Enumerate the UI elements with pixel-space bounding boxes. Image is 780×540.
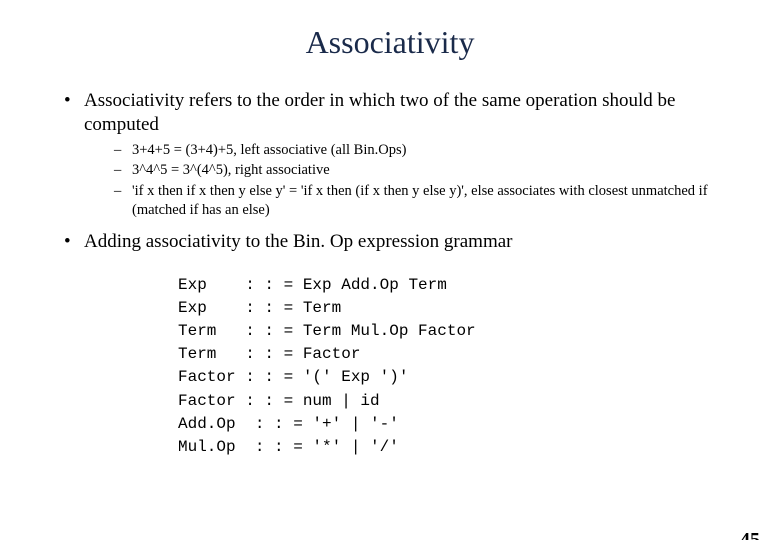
sub-bullet-item: 3+4+5 = (3+4)+5, left associative (all B… xyxy=(84,141,722,160)
sub-bullet-text: 3+4+5 = (3+4)+5, left associative (all B… xyxy=(132,142,406,158)
bullet-text: Associativity refers to the order in whi… xyxy=(84,90,676,135)
sub-bullet-item: 3^4^5 = 3^(4^5), right associative xyxy=(84,161,722,180)
sub-bullet-item: 'if x then if x then y else y' = 'if x t… xyxy=(84,182,722,220)
slide-content: Associativity refers to the order in whi… xyxy=(0,89,780,459)
slide-title: Associativity xyxy=(0,24,780,61)
sub-bullet-text: 3^4^5 = 3^(4^5), right associative xyxy=(132,162,330,178)
slide: Associativity Associativity refers to th… xyxy=(0,24,780,540)
sub-bullet-list: 3+4+5 = (3+4)+5, left associative (all B… xyxy=(84,141,722,220)
grammar-block: Exp : : = Exp Add.Op Term Exp : : = Term… xyxy=(178,274,722,460)
sub-bullet-text: 'if x then if x then y else y' = 'if x t… xyxy=(132,183,708,218)
bullet-text: Adding associativity to the Bin. Op expr… xyxy=(84,231,512,252)
bullet-item: Associativity refers to the order in whi… xyxy=(58,89,722,220)
bullet-list: Associativity refers to the order in whi… xyxy=(58,89,722,254)
bullet-item: Adding associativity to the Bin. Op expr… xyxy=(58,230,722,254)
page-number: 45 xyxy=(740,529,760,540)
